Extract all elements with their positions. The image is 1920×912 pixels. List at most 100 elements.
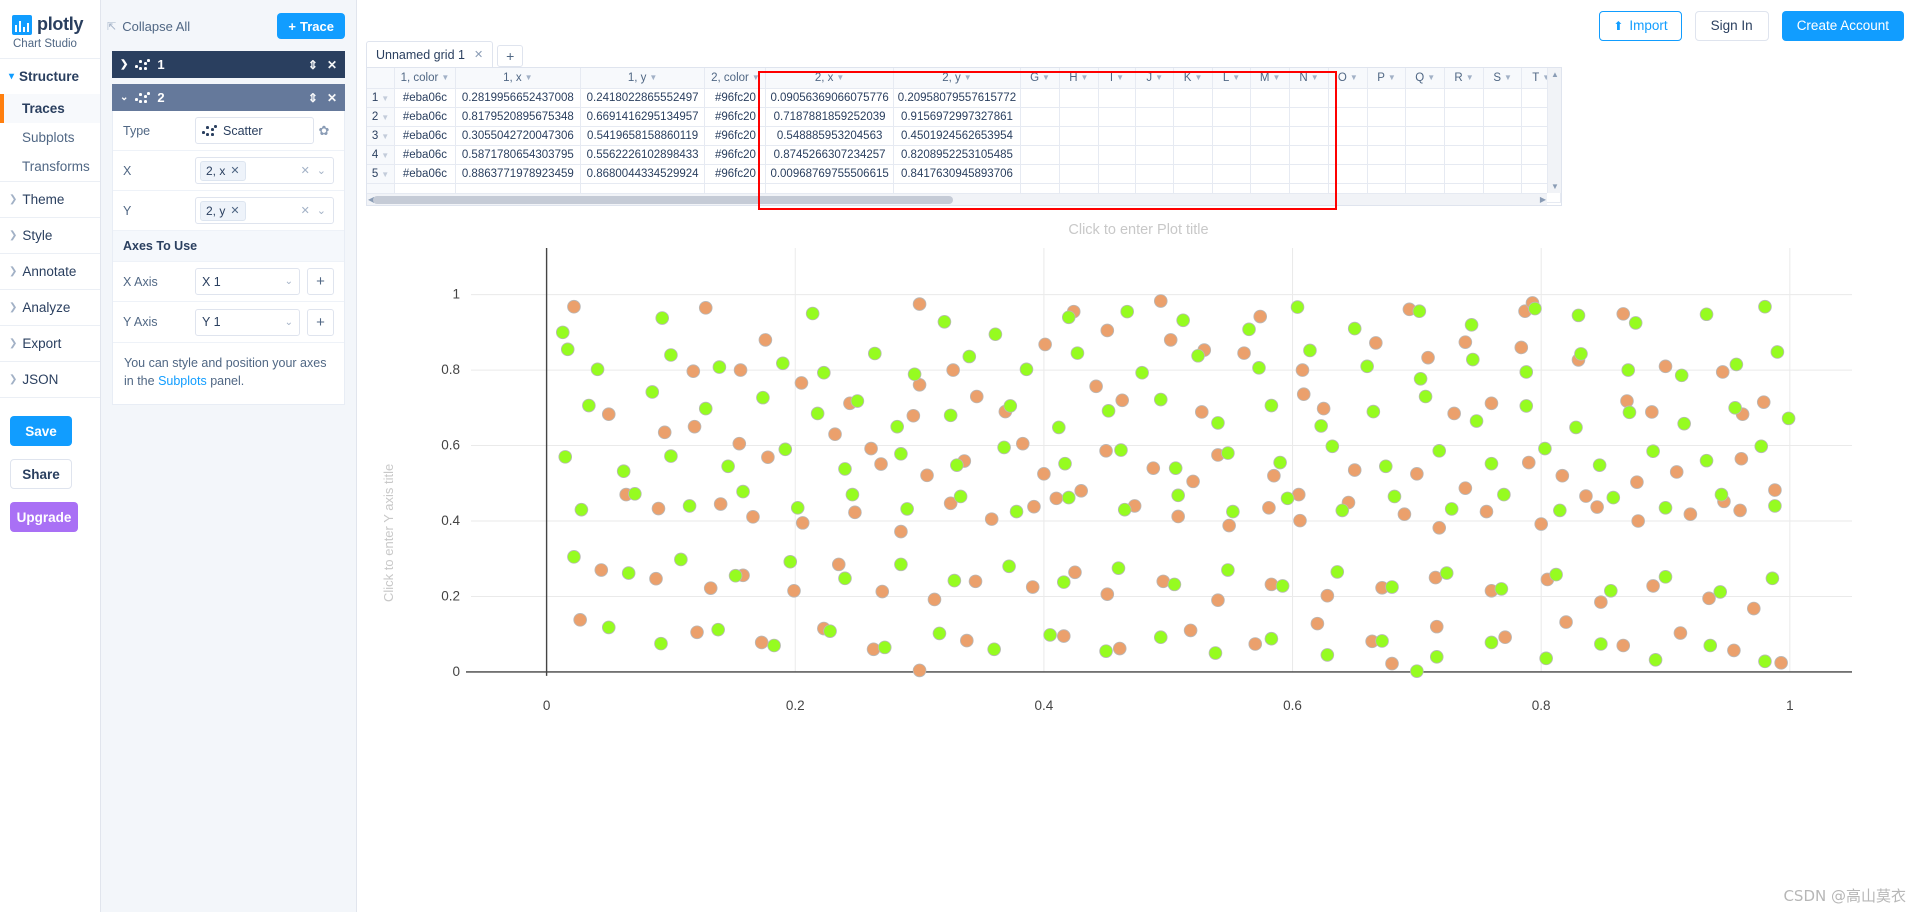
grid-cell[interactable]	[1059, 126, 1099, 146]
grid-cell[interactable]	[1212, 88, 1252, 108]
grid-cell[interactable]	[1020, 88, 1060, 108]
grid-column-header[interactable]: 2, y ▼	[893, 68, 1022, 89]
close-icon[interactable]: ✕	[230, 164, 239, 177]
scatter-point[interactable]	[1734, 451, 1749, 466]
scatter-point[interactable]	[1673, 626, 1688, 640]
grid-cell[interactable]	[1212, 164, 1252, 184]
row-number[interactable]: 1 ▼	[367, 88, 395, 108]
scatter-point[interactable]	[733, 363, 748, 377]
grid-cell[interactable]	[1098, 126, 1137, 146]
scatter-point[interactable]	[1074, 484, 1088, 498]
grid-column-header[interactable]: M ▼	[1250, 68, 1291, 89]
scatter-point[interactable]	[754, 635, 769, 650]
scatter-point[interactable]	[838, 462, 852, 476]
scatter-point[interactable]	[1099, 444, 1113, 458]
grid-cell[interactable]	[1173, 88, 1213, 108]
scatter-point[interactable]	[555, 325, 570, 340]
scatter-point[interactable]	[810, 406, 825, 421]
scatter-point[interactable]	[1385, 656, 1399, 671]
grid-horizontal-scrollbar[interactable]: ◀ ▶	[367, 193, 1547, 205]
scatter-point[interactable]	[1574, 347, 1588, 361]
sidebar-item-export[interactable]: ❯ Export	[0, 326, 100, 361]
scatter-point[interactable]	[848, 505, 862, 520]
grid-cell[interactable]	[1367, 126, 1407, 146]
scatter-point[interactable]	[1248, 637, 1263, 651]
scatter-point[interactable]	[1458, 481, 1473, 495]
scatter-point[interactable]	[1631, 514, 1645, 528]
grid-column-header[interactable]: N ▼	[1289, 68, 1329, 89]
scatter-point[interactable]	[1002, 559, 1016, 574]
grid-cell[interactable]: 0.2819956652437008	[455, 88, 581, 108]
share-button[interactable]: Share	[10, 459, 72, 489]
scatter-point[interactable]	[1146, 461, 1161, 475]
sidebar-item-theme[interactable]: ❯ Theme	[0, 182, 100, 217]
scatter-point[interactable]	[1444, 502, 1459, 516]
scatter-point[interactable]	[1555, 468, 1570, 483]
grid-cell[interactable]	[1367, 145, 1407, 165]
scatter-point[interactable]	[567, 550, 581, 564]
grid-cell[interactable]	[1135, 126, 1175, 146]
scatter-point[interactable]	[1464, 318, 1479, 332]
grid-cell[interactable]	[1173, 145, 1213, 165]
scatter-point[interactable]	[1221, 563, 1235, 577]
scatter-point[interactable]	[1191, 348, 1205, 363]
scatter-point[interactable]	[1630, 475, 1644, 489]
grid-cell[interactable]	[1405, 126, 1446, 146]
grid-cell[interactable]	[1098, 88, 1137, 108]
scatter-point[interactable]	[1447, 406, 1461, 421]
scatter-point[interactable]	[1648, 653, 1663, 667]
scatter-point[interactable]	[894, 557, 908, 572]
scatter-point[interactable]	[997, 440, 1011, 455]
grid-cell[interactable]	[1059, 145, 1099, 165]
scatter-point[interactable]	[594, 563, 609, 577]
scatter-point[interactable]	[1758, 654, 1772, 669]
scatter-point[interactable]	[1310, 616, 1325, 631]
scatter-point[interactable]	[1314, 419, 1328, 433]
grid-cell[interactable]: #eba06c	[394, 145, 456, 165]
grid-cell[interactable]	[1020, 126, 1060, 146]
scatter-point[interactable]	[845, 487, 860, 502]
scatter-point[interactable]	[1208, 646, 1223, 660]
sort-caret-icon[interactable]: ▼	[1350, 73, 1358, 82]
x-data-select[interactable]: 2, x ✕ ✕ ⌄	[195, 157, 334, 184]
scatter-point[interactable]	[721, 459, 735, 474]
grid-vertical-scrollbar[interactable]: ▲ ▼	[1547, 68, 1561, 193]
y-data-chip[interactable]: 2, y ✕	[200, 200, 246, 221]
sidebar-item-json[interactable]: ❯ JSON	[0, 362, 100, 397]
scatter-point[interactable]	[1484, 396, 1499, 411]
scatter-point[interactable]	[1714, 487, 1729, 502]
scatter-point[interactable]	[1494, 582, 1509, 596]
scatter-point[interactable]	[767, 638, 781, 653]
grid-column-header[interactable]: H ▼	[1059, 68, 1099, 89]
sort-caret-icon[interactable]: ▼	[752, 73, 760, 82]
sort-caret-icon[interactable]: ▼	[1504, 73, 1512, 82]
scatter-point[interactable]	[1360, 359, 1374, 374]
scatter-point[interactable]	[947, 573, 962, 588]
trace-header-2[interactable]: ⌄ 2 ⇕ ✕	[112, 84, 345, 111]
grid-column-header[interactable]: L ▼	[1212, 68, 1252, 89]
scatter-point[interactable]	[1019, 362, 1034, 377]
scatter-point[interactable]	[1163, 333, 1178, 347]
grid-cell[interactable]: 0.8863771978923459	[455, 164, 581, 184]
scatter-point[interactable]	[1296, 387, 1311, 402]
scatter-point[interactable]	[1275, 579, 1290, 593]
add-x-axis-button[interactable]: +	[307, 268, 334, 295]
scatter-point[interactable]	[1112, 641, 1127, 656]
sort-caret-icon[interactable]: ▼	[1232, 73, 1240, 82]
grid-cell[interactable]: 0.8179520895675348	[455, 107, 581, 127]
scatter-point[interactable]	[874, 457, 888, 471]
grid-cell[interactable]	[1328, 107, 1368, 127]
sidebar-item-analyze[interactable]: ❯ Analyze	[0, 290, 100, 325]
grid-cell[interactable]	[1483, 126, 1523, 146]
collapse-all-button[interactable]: ⇱ Collapse All	[107, 19, 190, 34]
scatter-point[interactable]	[1316, 401, 1331, 416]
scatter-point[interactable]	[1604, 583, 1618, 598]
scatter-point[interactable]	[1519, 399, 1534, 413]
trace-header-1[interactable]: ❯ 1 ⇕ ✕	[112, 51, 345, 78]
grid-column-header[interactable]: Q ▼	[1405, 68, 1446, 89]
sort-caret-icon[interactable]: ▼	[1311, 73, 1319, 82]
add-trace-button[interactable]: + Trace	[277, 13, 345, 39]
scatter-point[interactable]	[1115, 393, 1130, 408]
scatter-point[interactable]	[962, 349, 977, 364]
grid-cell[interactable]	[1289, 145, 1329, 165]
